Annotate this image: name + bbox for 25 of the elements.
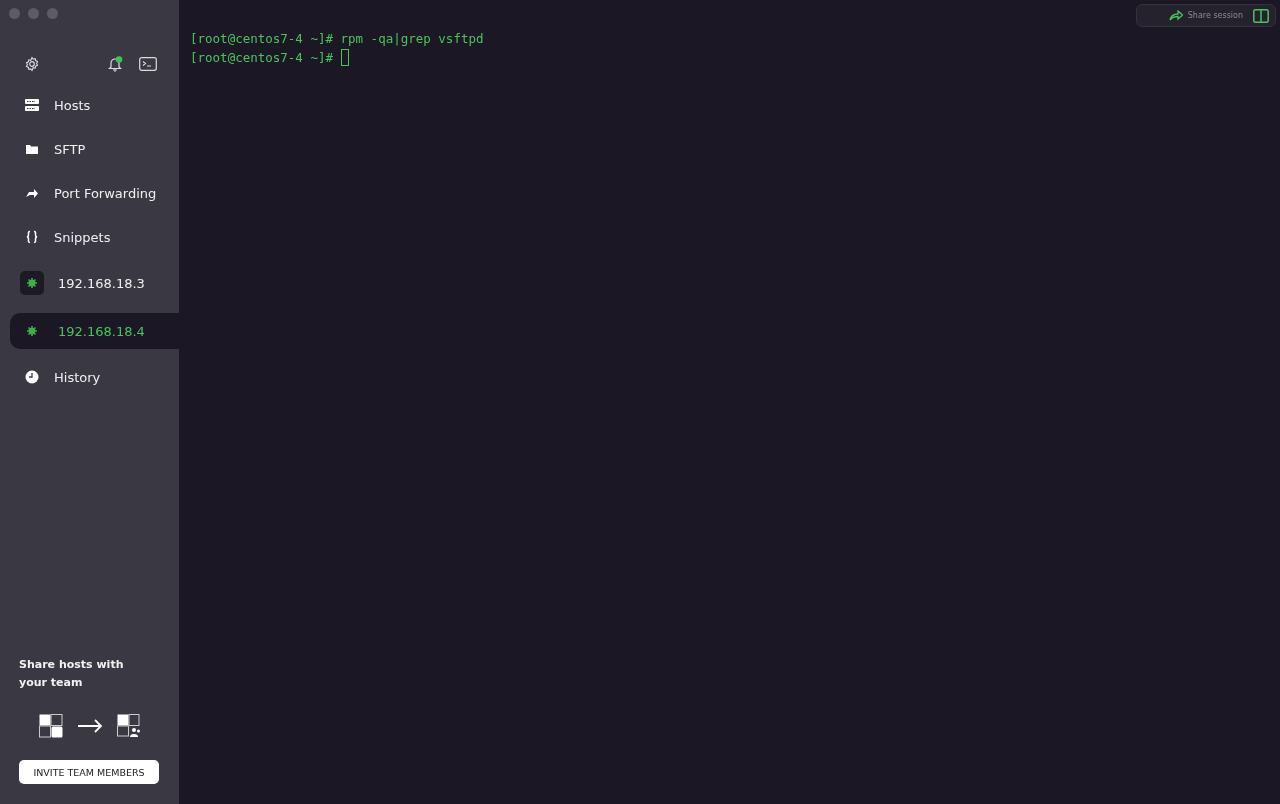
host-item[interactable]: 192.168.18.3	[10, 265, 179, 301]
share-session-button[interactable]: Share session	[1166, 8, 1245, 23]
host-item[interactable]: 192.168.18.4	[10, 313, 179, 349]
sidebar-item[interactable]: Port Forwarding	[0, 171, 179, 215]
share-arrow-icon	[1168, 10, 1183, 21]
shell-prompt: [root@centos7-4 ~]#	[190, 49, 333, 67]
shell-command: rpm -qa|grep vsftpd	[340, 30, 484, 48]
hosts-icon	[24, 97, 40, 113]
sidebar-item[interactable]: Hosts	[0, 83, 179, 127]
split-view-icon[interactable]	[1253, 8, 1269, 23]
sidebar-item[interactable]: History	[0, 355, 179, 399]
terminal-icon[interactable]	[139, 57, 157, 71]
clock-icon	[24, 369, 40, 385]
team-grid-icon	[116, 714, 141, 738]
invite-team-members-button[interactable]: INVITE TEAM MEMBERS	[19, 760, 159, 784]
promo-text: Share hosts with your team	[19, 657, 125, 691]
sidebar-item[interactable]: Snippets	[0, 215, 179, 259]
braces-icon	[24, 229, 40, 245]
sidebar-item[interactable]: SFTP	[0, 127, 179, 171]
host-icon	[20, 271, 44, 295]
settings-icon[interactable]	[24, 56, 40, 72]
shell-prompt: [root@centos7-4 ~]#	[190, 30, 333, 48]
notification-bell-icon[interactable]	[107, 56, 123, 72]
grid-icon	[38, 714, 63, 738]
arrow-icon	[76, 719, 103, 733]
